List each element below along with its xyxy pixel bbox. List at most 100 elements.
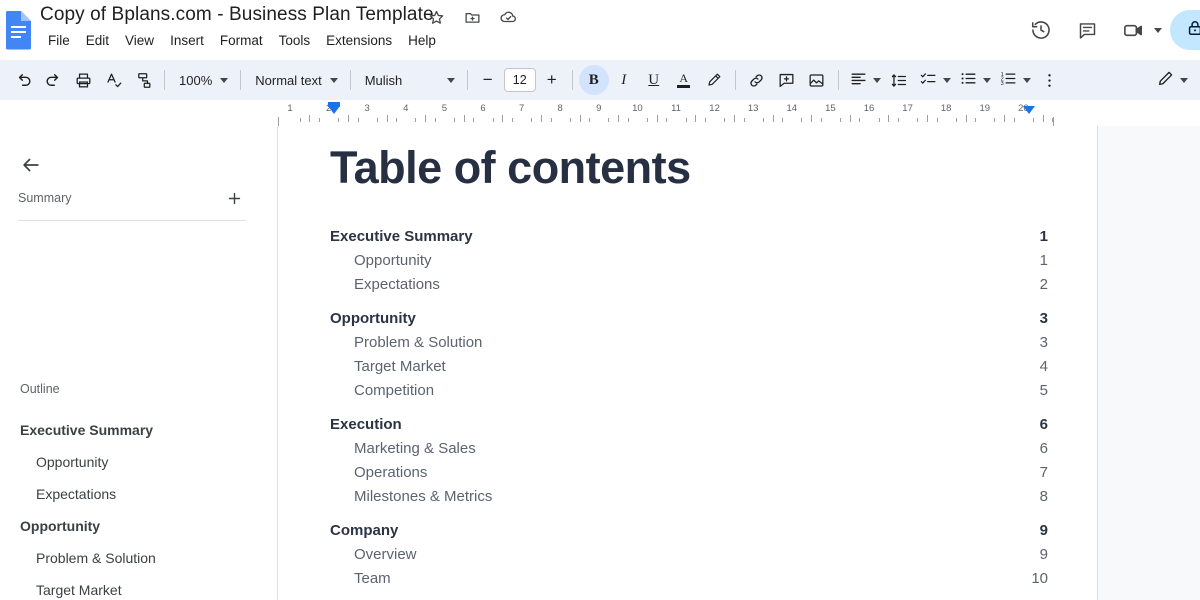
plus-icon[interactable] (222, 186, 246, 210)
document-canvas[interactable]: Table of contents Executive Summary 1 Oppo… (278, 126, 1200, 600)
undo-icon[interactable] (8, 65, 38, 95)
document-title[interactable]: Copy of Bplans.com - Business Plan Templ… (40, 4, 434, 26)
toc-entry-label[interactable]: Target Market (354, 358, 446, 375)
right-indent-marker[interactable] (1022, 106, 1035, 114)
sidebar-item-label: Target Market (36, 582, 122, 598)
sidebar-item-problem-solution[interactable]: Problem & Solution (0, 542, 278, 574)
chevron-down-icon[interactable] (1154, 27, 1162, 33)
toc-entry-label[interactable]: Opportunity (354, 252, 432, 269)
menu-help[interactable]: Help (400, 30, 444, 51)
document-page[interactable]: Table of contents Executive Summary 1 Oppo… (278, 126, 1098, 600)
google-docs-icon[interactable] (4, 10, 34, 50)
toc-row[interactable]: Team 10 (330, 570, 1048, 594)
ruler-tick (666, 118, 668, 122)
toc-row[interactable]: Operations 7 (330, 464, 1048, 488)
sidebar-item-expectations[interactable]: Expectations (0, 478, 278, 510)
sidebar-item-target-market[interactable]: Target Market (0, 574, 278, 600)
sidebar-item-label: Problem & Solution (36, 550, 156, 566)
toc-row[interactable]: Marketing & Sales 6 (330, 440, 1048, 464)
more-options-icon[interactable] (1035, 65, 1065, 95)
toc-row[interactable]: Milestones & Metrics 8 (330, 488, 1048, 512)
toc-row[interactable]: Competition 5 (330, 382, 1048, 406)
star-icon[interactable] (425, 6, 447, 28)
toc-row[interactable]: Opportunity 1 (330, 252, 1048, 276)
menu-view[interactable]: View (117, 30, 162, 51)
sidebar-item-opportunity[interactable]: Opportunity (0, 446, 278, 478)
add-comment-icon[interactable] (772, 65, 802, 95)
ruler-track: 1 2 3 4 5 6 7 8 9 10 11 12 13 14 15 16 17 18 19 20 (278, 100, 1200, 126)
ruler-tick (849, 115, 851, 122)
toc-entry-label[interactable]: Milestones & Metrics (354, 488, 492, 505)
ruler-number: 18 (940, 103, 952, 114)
menu-edit[interactable]: Edit (78, 30, 117, 51)
zoom-dropdown[interactable]: 100% (171, 66, 234, 94)
toc-row[interactable]: Company 9 (330, 522, 1048, 546)
comment-icon[interactable] (1067, 10, 1107, 50)
toc-row[interactable]: Overview 9 (330, 546, 1048, 570)
toc-row[interactable]: Target Market 4 (330, 358, 1048, 382)
insert-link-icon[interactable] (742, 65, 772, 95)
line-spacing-icon[interactable] (885, 65, 915, 95)
ruler-number: 8 (557, 103, 563, 114)
left-indent-marker[interactable] (328, 106, 340, 114)
horizontal-ruler[interactable]: 1 2 3 4 5 6 7 8 9 10 11 12 13 14 15 16 17 18 19 20 (278, 100, 1200, 126)
highlight-pen-icon[interactable] (699, 65, 729, 95)
toc-entry-label[interactable]: Marketing & Sales (354, 440, 476, 457)
underline-button[interactable]: U (639, 65, 669, 95)
meet-menu[interactable] (1113, 10, 1164, 50)
move-to-folder-icon[interactable] (461, 6, 483, 28)
text-color-swatch (677, 84, 691, 88)
toc-row[interactable]: Executive Summary 1 (330, 228, 1048, 252)
sidebar-item-executive-summary[interactable]: Executive Summary (0, 414, 278, 446)
redo-icon[interactable] (38, 65, 68, 95)
editing-mode-dropdown[interactable] (1152, 66, 1192, 94)
bold-button[interactable]: B (578, 65, 609, 95)
ruler-number: 19 (979, 103, 991, 114)
menu-tools[interactable]: Tools (271, 30, 319, 51)
print-icon[interactable] (68, 65, 98, 95)
cloud-check-icon[interactable] (497, 6, 519, 28)
numbered-list-dropdown[interactable]: 1 2 3 (995, 66, 1035, 94)
video-camera-icon[interactable] (1113, 10, 1153, 50)
align-dropdown[interactable] (845, 66, 885, 94)
toc-entry-label[interactable]: Competition (354, 382, 434, 399)
insert-image-icon[interactable] (802, 65, 832, 95)
toc-entry-label[interactable]: Overview (354, 546, 417, 563)
version-history-icon[interactable] (1021, 10, 1061, 50)
toc-row[interactable]: Problem & Solution 3 (330, 334, 1048, 358)
toc-row[interactable]: Execution 6 (330, 416, 1048, 440)
ruler-number: 4 (403, 103, 409, 114)
paragraph-style-value: Normal text (255, 72, 322, 88)
toc-entry-label[interactable]: Expectations (354, 276, 440, 293)
toc-entry-label[interactable]: Executive Summary (330, 228, 473, 245)
font-family-dropdown[interactable]: Mulish (357, 66, 461, 94)
toc-entry-label[interactable]: Operations (354, 464, 427, 481)
toc-entry-label[interactable]: Team (354, 570, 391, 587)
back-arrow-icon[interactable] (16, 150, 46, 180)
increase-font-size-button[interactable]: + (538, 66, 566, 94)
first-line-indent-marker[interactable] (328, 102, 340, 107)
toc-entry-label[interactable]: Company (330, 522, 398, 539)
menu-bar: File Edit View Insert Format Tools Exten… (40, 30, 444, 51)
toc-entry-label[interactable]: Execution (330, 416, 402, 433)
font-size-input[interactable]: 12 (503, 68, 536, 92)
menu-format[interactable]: Format (212, 30, 271, 51)
paragraph-style-dropdown[interactable]: Normal text (247, 66, 343, 94)
share-button[interactable] (1170, 10, 1200, 50)
toc-row[interactable]: Expectations 2 (330, 276, 1048, 300)
text-color-button[interactable]: A (669, 65, 699, 95)
toc-entry-label[interactable]: Opportunity (330, 310, 416, 327)
toc-entry-label[interactable]: Problem & Solution (354, 334, 482, 351)
spelling-check-icon[interactable] (98, 65, 128, 95)
sidebar-item-opportunity[interactable]: Opportunity (0, 510, 278, 542)
toolbar-divider (571, 70, 573, 90)
toc-row[interactable]: Opportunity 3 (330, 310, 1048, 334)
decrease-font-size-button[interactable]: − (474, 66, 502, 94)
paint-format-icon[interactable] (128, 65, 158, 95)
checklist-dropdown[interactable] (915, 66, 955, 94)
menu-extensions[interactable]: Extensions (318, 30, 400, 51)
bulleted-list-dropdown[interactable] (955, 66, 995, 94)
italic-button[interactable]: I (609, 65, 639, 95)
menu-insert[interactable]: Insert (162, 30, 212, 51)
menu-file[interactable]: File (40, 30, 78, 51)
